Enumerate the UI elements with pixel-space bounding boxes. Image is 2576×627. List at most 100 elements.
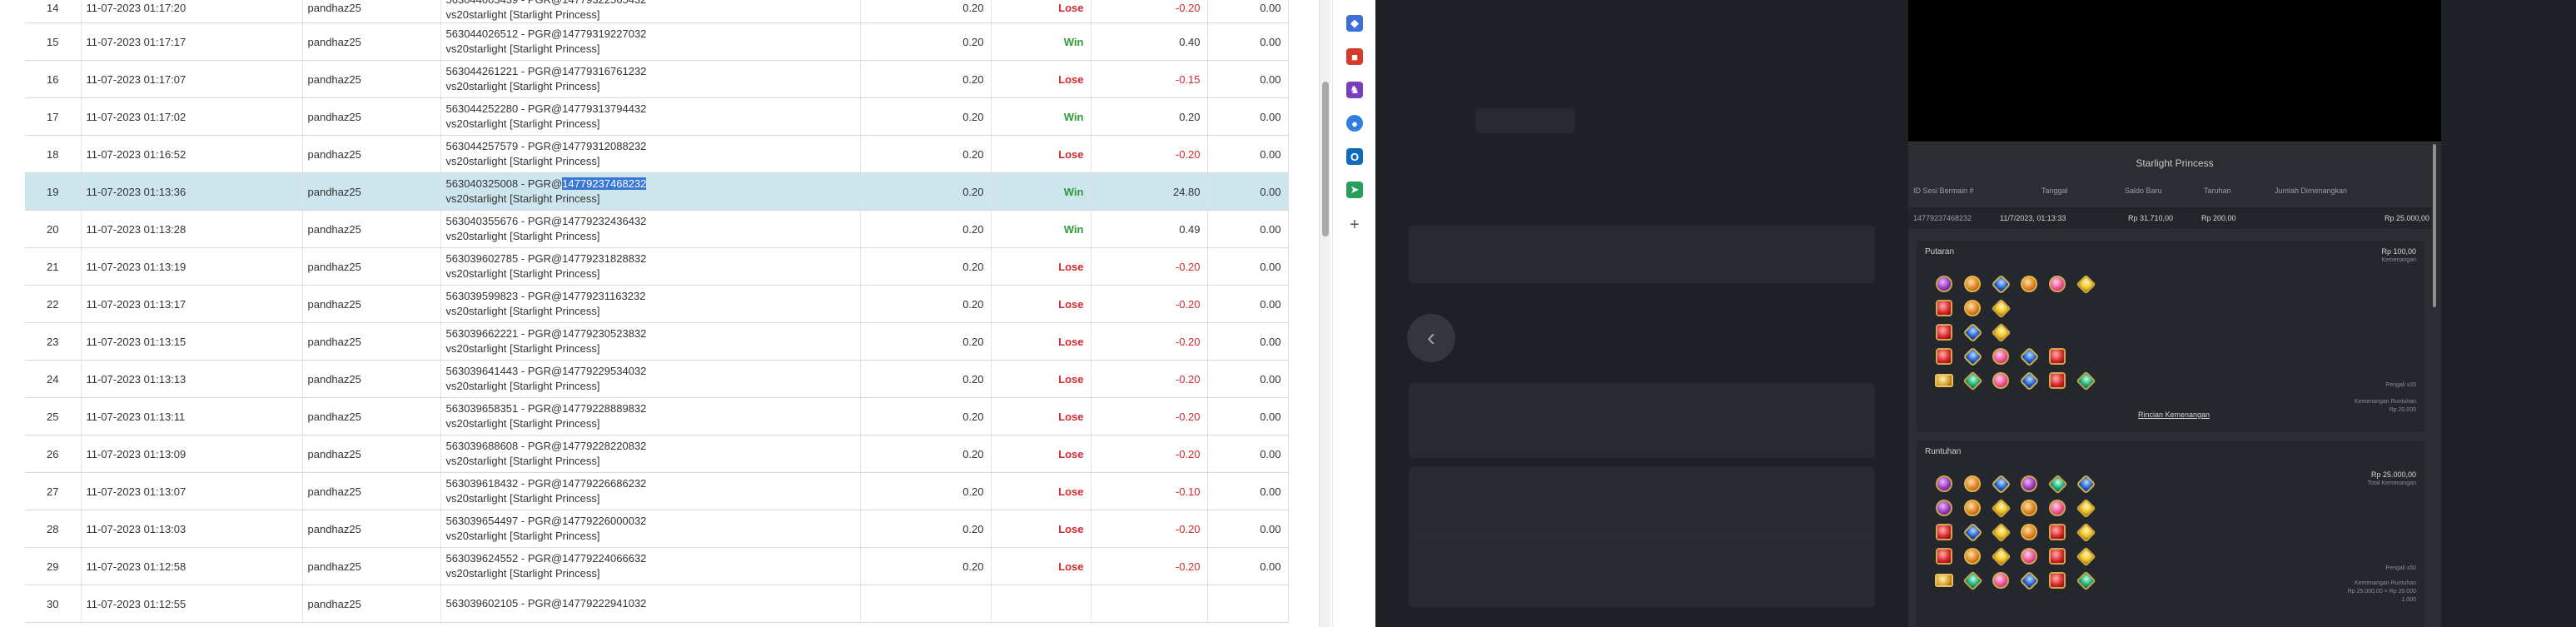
table-row[interactable]: 24 11-07-2023 01:13:13 pandhaz25 5630396414… xyxy=(25,360,1289,398)
gem-symbol-icon xyxy=(2018,322,2040,342)
outlook-icon[interactable]: O xyxy=(1346,148,1363,165)
row-datetime: 11-07-2023 01:13:09 xyxy=(81,435,303,473)
table-row[interactable]: 1411-07-2023 01:17:20pandhaz255630440034… xyxy=(25,0,1289,23)
gem-symbol-icon xyxy=(1962,298,1983,318)
panel-data-row[interactable]: 14779237468232 11/7/2023, 01:13:33 Rp 31… xyxy=(1908,207,2433,229)
row-result xyxy=(991,585,1092,623)
row-bet-amount: 0.20 xyxy=(860,322,992,361)
game-ticket-id: 563039662221 - PGR@14779230523832 xyxy=(445,327,647,340)
row-number: 30 xyxy=(25,585,82,623)
table-row[interactable]: 19 11-07-2023 01:13:36 pandhaz25 5630403250… xyxy=(25,172,1289,211)
game-ticket-id: 563040355676 - PGR@14779232436432 xyxy=(445,215,647,227)
table-row[interactable]: 27 11-07-2023 01:13:07 pandhaz25 5630396184… xyxy=(25,472,1289,510)
gem-symbol-icon xyxy=(1962,498,1983,518)
row-username: pandhaz25 xyxy=(302,435,441,473)
spin-amount-sub: Kemenangan xyxy=(2381,257,2416,263)
row-datetime: 11-07-2023 01:13:15 xyxy=(81,322,303,361)
table-row[interactable]: 28 11-07-2023 01:13:03 pandhaz25 5630396544… xyxy=(25,510,1289,548)
row-winlose: -0.20 xyxy=(1091,435,1208,473)
row-result: Lose xyxy=(991,135,1092,173)
gem-symbol-icon xyxy=(2018,546,2040,566)
gem-symbol-icon xyxy=(1933,570,1955,590)
row-date: 11/7/2023, 01:13:33 xyxy=(2000,214,2066,222)
gem-symbol-icon xyxy=(2046,473,2068,495)
back-arrow-button[interactable]: ‹ xyxy=(1407,314,1455,362)
table-row[interactable]: 25 11-07-2023 01:13:11 pandhaz25 5630396583… xyxy=(25,397,1289,435)
gem-symbol-icon xyxy=(1990,497,2012,519)
game-name: vs20starlight [Starlight Princess] xyxy=(445,117,600,130)
gem-symbol-icon xyxy=(2075,570,2096,591)
row-number: 26 xyxy=(25,435,82,473)
paper-plane-icon[interactable]: ➤ xyxy=(1346,182,1363,198)
row-game: 563044257579 - PGR@14779312088232 vs20sta… xyxy=(440,135,861,173)
row-bet-amount: 0.20 xyxy=(860,472,992,510)
row-balance: 0.00 xyxy=(1207,0,1289,23)
tumble-count: 1.000 xyxy=(2401,597,2416,603)
row-game: 563039602105 - PGR@14779222941032 xyxy=(440,585,861,623)
header-win: Jumlah Dimenangkan xyxy=(2275,187,2348,195)
row-datetime: 11-07-2023 01:12:55 xyxy=(81,585,303,623)
gem-symbol-icon xyxy=(1933,371,1955,391)
row-game: 563040355676 - PGR@14779232436432 vs20sta… xyxy=(440,210,861,248)
lobby-placeholder-block xyxy=(1409,466,1875,541)
game-ticket-id: 563044257579 - PGR@14779312088232 xyxy=(445,140,647,152)
row-username: pandhaz25 xyxy=(302,285,441,323)
gem-symbol-icon xyxy=(1990,297,2012,319)
row-winlose: -0.20 xyxy=(1091,510,1208,548)
panel-scrollbar-thumb[interactable] xyxy=(2433,144,2436,307)
gem-symbol-icon xyxy=(2046,522,2068,542)
row-balance: 0.00 xyxy=(1207,435,1289,473)
table-row[interactable]: 16 11-07-2023 01:17:07 pandhaz25 5630442612… xyxy=(25,60,1289,98)
row-winlose: -0.20 xyxy=(1091,322,1208,361)
table-row[interactable]: 23 11-07-2023 01:13:15 pandhaz25 5630396622… xyxy=(25,322,1289,361)
table-row[interactable]: 17 11-07-2023 01:17:02 pandhaz25 5630442522… xyxy=(25,97,1289,136)
row-game: 563040325008 - PGR@14779237468232 vs20sta… xyxy=(440,172,861,211)
game-name: vs20starlight [Starlight Princess] xyxy=(445,380,600,392)
table-row[interactable]: 22 11-07-2023 01:13:17 pandhaz25 5630395998… xyxy=(25,285,1289,323)
row-balance xyxy=(1207,585,1289,623)
game-name: vs20starlight [Starlight Princess] xyxy=(445,342,600,355)
gem-symbol-icon xyxy=(1962,274,1983,294)
game-name: vs20starlight [Starlight Princess] xyxy=(445,80,600,92)
table-scrollbar[interactable] xyxy=(1319,0,1330,627)
row-username: pandhaz25 xyxy=(302,472,441,510)
game-name: vs20starlight [Starlight Princess] xyxy=(445,42,600,55)
row-username: pandhaz25 xyxy=(302,97,441,136)
row-game: 563039641443 - PGR@14779229534032 vs20sta… xyxy=(440,360,861,398)
table-row[interactable]: 18 11-07-2023 01:16:52 pandhaz25 5630442575… xyxy=(25,135,1289,173)
row-bet-amount xyxy=(860,585,992,623)
table-scrollbar-thumb[interactable] xyxy=(1322,82,1329,236)
gem-symbol-icon xyxy=(2075,322,2096,342)
tag-icon[interactable]: ◆ xyxy=(1346,15,1363,32)
table-row[interactable]: 15 11-07-2023 01:17:17 pandhaz25 5630440265… xyxy=(25,22,1289,61)
row-result: Lose xyxy=(991,397,1092,435)
gem-symbol-icon xyxy=(1962,521,1983,543)
selected-ticket-text[interactable]: 14779237468232 xyxy=(562,177,647,190)
table-row[interactable]: 30 11-07-2023 01:12:55 pandhaz25 5630396021… xyxy=(25,585,1289,623)
game-name: vs20starlight [Starlight Princess] xyxy=(445,155,600,167)
row-username: pandhaz25 xyxy=(302,397,441,435)
spin-amount-sub: Total Kemenangan xyxy=(2367,480,2416,486)
game-ticket-id: 563039618432 - PGR@14779226686232 xyxy=(445,477,647,490)
table-row[interactable]: 29 11-07-2023 01:12:58 pandhaz25 5630396245… xyxy=(25,547,1289,585)
toolbox-icon[interactable]: ■ xyxy=(1346,48,1363,65)
circle-app-icon[interactable]: ● xyxy=(1346,115,1363,132)
game-ticket-id: 563039641443 - PGR@14779229534032 xyxy=(445,365,647,377)
gem-symbol-icon xyxy=(2046,322,2068,342)
row-balance: Rp 31.710,00 xyxy=(2128,214,2174,222)
chess-icon[interactable]: ♞ xyxy=(1346,82,1363,98)
header-balance: Saldo Baru xyxy=(2125,187,2162,195)
table-row[interactable]: 21 11-07-2023 01:13:19 pandhaz25 5630396027… xyxy=(25,247,1289,286)
win-details-link[interactable]: Rincian Kemenangan xyxy=(2138,411,2210,419)
table-row[interactable]: 20 11-07-2023 01:13:28 pandhaz25 5630403556… xyxy=(25,210,1289,248)
row-bet-amount: 0.20 xyxy=(860,135,992,173)
row-game: 563039599823 - PGR@14779231163232 vs20sta… xyxy=(440,285,861,323)
lobby-placeholder-block xyxy=(1409,225,1875,283)
add-icon[interactable]: + xyxy=(1346,216,1363,234)
spin-result-box: Putaran Rp 100,00 Kemenangan Pengali x20… xyxy=(1917,241,2424,432)
row-game: 563044026512 - PGR@14779319227032 vs20sta… xyxy=(440,22,861,61)
table-row[interactable]: 26 11-07-2023 01:13:09 pandhaz25 5630396886… xyxy=(25,435,1289,473)
row-number: 25 xyxy=(25,397,82,435)
row-datetime: 11-07-2023 01:13:11 xyxy=(81,397,303,435)
panel-scrollbar[interactable] xyxy=(2431,142,2438,627)
